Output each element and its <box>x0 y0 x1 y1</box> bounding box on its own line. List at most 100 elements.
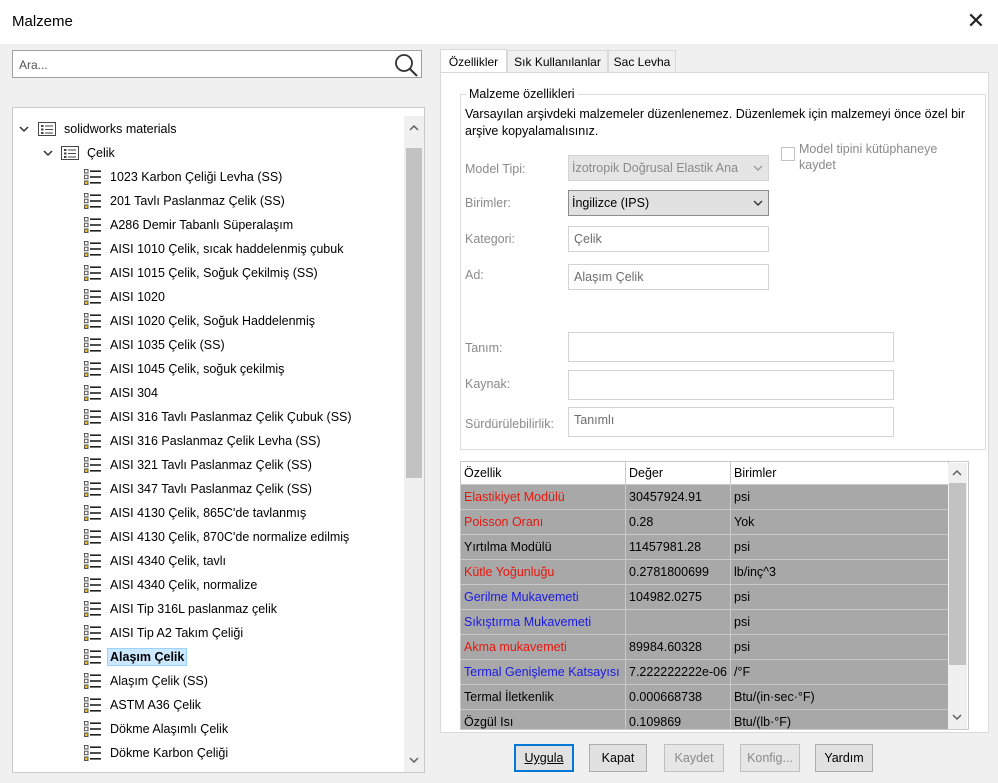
grid-header-value[interactable]: Değer <box>626 462 731 485</box>
tree-item[interactable]: AISI Tip A2 Takım Çeliği <box>84 622 246 644</box>
scroll-down-icon[interactable] <box>951 711 963 723</box>
tree-item[interactable]: Alaşım Çelik (SS) <box>84 670 211 692</box>
tree-item[interactable]: 1023 Karbon Çeliği Levha (SS) <box>84 166 285 188</box>
close-button[interactable]: Kapat <box>589 744 647 772</box>
grid-cell-value[interactable]: 0.000668738 <box>626 685 731 710</box>
tree-item[interactable]: A286 Demir Tabanlı Süperalaşım <box>84 214 296 236</box>
config-button[interactable]: Konfig... <box>740 744 800 772</box>
group-title: Malzeme özellikleri <box>466 87 578 101</box>
material-icon <box>84 241 101 257</box>
grid-cell-value[interactable]: 7.222222222e-06 <box>626 660 731 685</box>
search-icon[interactable] <box>393 52 419 78</box>
tree-item[interactable]: ASTM A36 Çelik <box>84 694 204 716</box>
tree-item[interactable]: AISI 1035 Çelik (SS) <box>84 334 228 356</box>
grid-cell-property[interactable]: Gerilme Mukavemeti <box>461 585 626 610</box>
grid-cell-units[interactable]: Yok <box>731 510 949 535</box>
grid-cell-property[interactable]: Termal İletkenlik <box>461 685 626 710</box>
material-icon <box>84 433 101 449</box>
help-button[interactable]: Yardım <box>815 744 873 772</box>
close-icon[interactable]: ✕ <box>962 6 990 36</box>
tree-item[interactable]: AISI 304 <box>84 382 161 404</box>
tree-item[interactable]: AISI 321 Tavlı Paslanmaz Çelik (SS) <box>84 454 315 476</box>
tree-scroll-thumb[interactable] <box>406 148 422 478</box>
material-icon <box>84 169 101 185</box>
tree-item[interactable]: AISI 4130 Çelik, 865C'de tavlanmış <box>84 502 309 524</box>
grid-cell-units[interactable]: /°F <box>731 660 949 685</box>
tree-item[interactable]: AISI 1020 <box>84 286 168 308</box>
search-input[interactable] <box>17 54 391 76</box>
tree-root[interactable]: solidworks materials <box>38 118 180 140</box>
grid-cell-property[interactable]: Elastikiyet Modülü <box>461 485 626 510</box>
tree-item[interactable]: AISI 347 Tavlı Paslanmaz Çelik (SS) <box>84 478 315 500</box>
scroll-down-icon[interactable] <box>408 754 420 766</box>
tree-item[interactable]: AISI 4130 Çelik, 870C'de normalize edilm… <box>84 526 352 548</box>
grid-header-units[interactable]: Birimler <box>731 462 949 485</box>
tree-item[interactable]: AISI 1045 Çelik, soğuk çekilmiş <box>84 358 287 380</box>
source-label: Kaynak: <box>465 377 511 391</box>
grid-cell-property[interactable]: Sıkıştırma Mukavemeti <box>461 610 626 635</box>
tree-item[interactable]: AISI 316 Paslanmaz Çelik Levha (SS) <box>84 430 324 452</box>
tree-item[interactable]: AISI 1020 Çelik, Soğuk Haddelenmiş <box>84 310 318 332</box>
grid-cell-units[interactable]: lb/inç^3 <box>731 560 949 585</box>
tree-item[interactable]: Dökme Karbon Çeliği <box>84 742 231 764</box>
grid-cell-property[interactable]: Poisson Oranı <box>461 510 626 535</box>
grid-cell-units[interactable]: psi <box>731 535 949 560</box>
save-button[interactable]: Kaydet <box>664 744 724 772</box>
grid-cell-value[interactable] <box>626 610 731 635</box>
tab-sac-levha[interactable]: Sac Levha <box>608 50 676 72</box>
tree-item-label: AISI Tip 316L paslanmaz çelik <box>110 602 277 616</box>
tree-item[interactable]: 201 Tavlı Paslanmaz Çelik (SS) <box>84 190 288 212</box>
grid-cell-units[interactable]: Btu/(in·sec·°F) <box>731 685 949 710</box>
grid-cell-value[interactable]: 104982.0275 <box>626 585 731 610</box>
scroll-up-icon[interactable] <box>951 467 963 479</box>
tree-item-label: Alaşım Çelik <box>107 648 188 666</box>
grid-cell-property[interactable]: Yırtılma Modülü <box>461 535 626 560</box>
grid-cell-units[interactable]: psi <box>731 610 949 635</box>
scroll-up-icon[interactable] <box>408 122 420 134</box>
material-icon <box>84 481 101 497</box>
grid-cell-value[interactable]: 0.109869 <box>626 710 731 729</box>
material-icon <box>84 457 101 473</box>
expand-root-chevron-icon[interactable] <box>18 123 30 135</box>
tree-item[interactable]: Dökme Alaşımlı Çelik <box>84 718 231 740</box>
model-type-label: Model Tipi: <box>465 162 526 176</box>
tree-item[interactable]: AISI 1015 Çelik, Soğuk Çekilmiş (SS) <box>84 262 321 284</box>
tab-ozellikler[interactable]: Özellikler <box>440 49 507 73</box>
tree-item[interactable]: AISI Tip 316L paslanmaz çelik <box>84 598 280 620</box>
grid-cell-property[interactable]: Kütle Yoğunluğu <box>461 560 626 585</box>
save-model-type-checkbox[interactable] <box>781 147 795 161</box>
grid-cell-value[interactable]: 0.2781800699 <box>626 560 731 585</box>
grid-cell-value[interactable]: 0.28 <box>626 510 731 535</box>
grid-cell-value[interactable]: 30457924.91 <box>626 485 731 510</box>
material-icon <box>84 673 101 689</box>
tree-item[interactable]: Alaşım Çelik <box>84 646 188 668</box>
grid-cell-value[interactable]: 11457981.28 <box>626 535 731 560</box>
grid-scroll-thumb[interactable] <box>949 483 966 665</box>
tree-scrollbar[interactable] <box>404 116 424 772</box>
grid-cell-units[interactable]: Btu/(lb·°F) <box>731 710 949 729</box>
tree-item-label: AISI 4340 Çelik, normalize <box>110 578 258 592</box>
close-label: Kapat <box>601 751 635 765</box>
tree-item[interactable]: AISI 4340 Çelik, tavlı <box>84 550 229 572</box>
grid-cell-property[interactable]: Termal Genişleme Katsayısı <box>461 660 626 685</box>
tree-item-label: AISI 4340 Çelik, tavlı <box>110 554 227 568</box>
description-label: Tanım: <box>465 341 503 355</box>
tree-folder-celik[interactable]: Çelik <box>61 142 118 164</box>
grid-cell-value[interactable]: 89984.60328 <box>626 635 731 660</box>
grid-scrollbar[interactable] <box>948 463 967 729</box>
tree-item[interactable]: AISI 1010 Çelik, sıcak haddelenmiş çubuk <box>84 238 346 260</box>
search-box <box>12 50 422 78</box>
units-dropdown[interactable]: İngilizce (IPS) <box>568 190 769 216</box>
grid-cell-property[interactable]: Akma mukavemeti <box>461 635 626 660</box>
grid-cell-units[interactable]: psi <box>731 635 949 660</box>
grid-cell-units[interactable]: psi <box>731 485 949 510</box>
grid-cell-units[interactable]: psi <box>731 585 949 610</box>
grid-cell-property[interactable]: Özgül Isı <box>461 710 626 729</box>
category-field: Çelik <box>568 226 769 252</box>
expand-folder-chevron-icon[interactable] <box>42 147 54 159</box>
tab-sik-kullanilanlar[interactable]: Sık Kullanılanlar <box>507 50 608 72</box>
apply-button[interactable]: Uygula <box>514 744 574 772</box>
tree-item[interactable]: AISI 4340 Çelik, normalize <box>84 574 260 596</box>
grid-header-property[interactable]: Özellik <box>461 462 626 485</box>
tree-item[interactable]: AISI 316 Tavlı Paslanmaz Çelik Çubuk (SS… <box>84 406 355 428</box>
